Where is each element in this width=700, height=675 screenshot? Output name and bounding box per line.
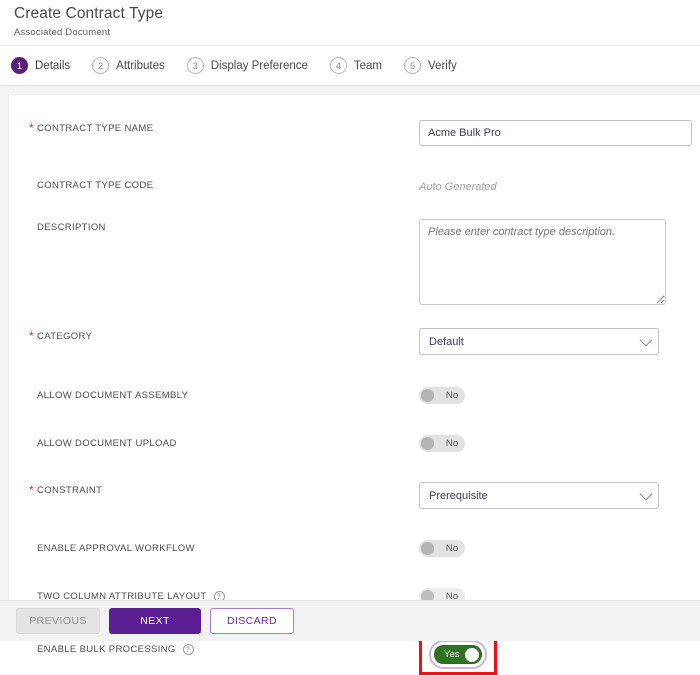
field-constraint: Prerequisite <box>419 482 700 509</box>
step-label-verify: Verify <box>428 60 457 72</box>
toggle-knob <box>421 437 434 450</box>
step-number-badge-1: 1 <box>11 57 28 74</box>
toggle-focus-ring: Yes <box>429 640 487 669</box>
step-number-badge-3: 3 <box>187 57 204 74</box>
constraint-select[interactable]: Prerequisite <box>419 482 659 509</box>
toggle-state-label: No <box>446 438 458 449</box>
page-subtitle: Associated Document <box>14 27 700 38</box>
step-label-display-preference: Display Preference <box>211 60 308 72</box>
field-row-allow-document-upload: ALLOW DOCUMENT UPLOAD No <box>9 409 700 457</box>
label-allow-document-assembly: ALLOW DOCUMENT ASSEMBLY <box>29 387 419 401</box>
field-description <box>419 219 700 305</box>
step-details[interactable]: 1 Details <box>11 57 70 74</box>
chevron-down-icon <box>640 488 653 501</box>
wizard-footer: PREVIOUS NEXT DISCARD <box>0 600 700 641</box>
field-contract-type-code: Auto Generated <box>419 177 700 193</box>
category-select[interactable]: Default <box>419 328 659 355</box>
label-contract-type-name: * CONTRACT TYPE NAME <box>29 120 419 134</box>
field-row-allow-document-assembly: ALLOW DOCUMENT ASSEMBLY No <box>9 355 700 409</box>
label-contract-type-code: CONTRACT TYPE CODE <box>29 177 419 191</box>
field-row-category: * CATEGORY Default <box>9 305 700 355</box>
step-label-details: Details <box>35 60 70 72</box>
discard-button[interactable]: DISCARD <box>210 608 294 634</box>
label-enable-approval-workflow: ENABLE APPROVAL WORKFLOW <box>29 540 419 554</box>
toggle-knob <box>421 542 434 555</box>
step-display-preference[interactable]: 3 Display Preference <box>187 57 308 74</box>
page-title: Create Contract Type <box>14 4 700 24</box>
field-row-enable-approval-workflow: ENABLE APPROVAL WORKFLOW No <box>9 509 700 562</box>
required-asterisk: * <box>29 123 34 132</box>
step-number-badge-2: 2 <box>92 57 109 74</box>
allow-document-assembly-toggle[interactable]: No <box>419 387 465 404</box>
field-row-description: DESCRIPTION <box>9 193 700 305</box>
constraint-selected-value: Prerequisite <box>429 490 640 502</box>
toggle-knob <box>465 648 479 662</box>
toggle-state-label: No <box>446 543 458 554</box>
step-number-badge-4: 4 <box>330 57 347 74</box>
enable-approval-workflow-toggle[interactable]: No <box>419 540 465 557</box>
step-attributes[interactable]: 2 Attributes <box>92 57 165 74</box>
field-contract-type-name <box>419 120 700 146</box>
step-label-attributes: Attributes <box>116 60 165 72</box>
form-body: * CONTRACT TYPE NAME CONTRACT TYPE CODE … <box>0 95 700 617</box>
form-card: * CONTRACT TYPE NAME CONTRACT TYPE CODE … <box>8 95 700 617</box>
required-asterisk: * <box>29 485 34 494</box>
required-asterisk: * <box>29 331 34 340</box>
field-allow-document-assembly: No <box>419 387 700 409</box>
category-selected-value: Default <box>429 336 640 348</box>
label-constraint: * CONSTRAINT <box>29 482 419 496</box>
description-textarea[interactable] <box>419 219 666 305</box>
help-circle-icon[interactable]: ? <box>183 644 194 655</box>
step-team[interactable]: 4 Team <box>330 57 382 74</box>
wizard-stepper: 1 Details 2 Attributes 3 Display Prefere… <box>0 45 700 86</box>
label-description: DESCRIPTION <box>29 219 419 233</box>
previous-button[interactable]: PREVIOUS <box>16 608 100 634</box>
allow-document-upload-toggle[interactable]: No <box>419 435 465 452</box>
step-label-team: Team <box>354 60 382 72</box>
page-header: Create Contract Type Associated Document <box>0 0 700 45</box>
field-category: Default <box>419 328 700 355</box>
next-button[interactable]: NEXT <box>109 608 201 634</box>
label-allow-document-upload: ALLOW DOCUMENT UPLOAD <box>29 435 419 449</box>
toggle-state-label: No <box>446 390 458 401</box>
chevron-down-icon <box>640 334 653 347</box>
step-verify[interactable]: 5 Verify <box>404 57 457 74</box>
stepper-divider-band <box>0 86 700 95</box>
field-row-constraint: * CONSTRAINT Prerequisite <box>9 457 700 509</box>
enable-bulk-processing-toggle[interactable]: Yes <box>434 645 482 664</box>
field-row-contract-type-code: CONTRACT TYPE CODE Auto Generated <box>9 146 700 193</box>
field-allow-document-upload: No <box>419 435 700 457</box>
label-category: * CATEGORY <box>29 328 419 342</box>
toggle-knob <box>421 389 434 402</box>
contract-type-code-value: Auto Generated <box>419 177 700 193</box>
field-row-contract-type-name: * CONTRACT TYPE NAME <box>9 95 700 146</box>
field-enable-approval-workflow: No <box>419 540 700 562</box>
contract-type-name-input[interactable] <box>419 120 692 146</box>
step-number-badge-5: 5 <box>404 57 421 74</box>
